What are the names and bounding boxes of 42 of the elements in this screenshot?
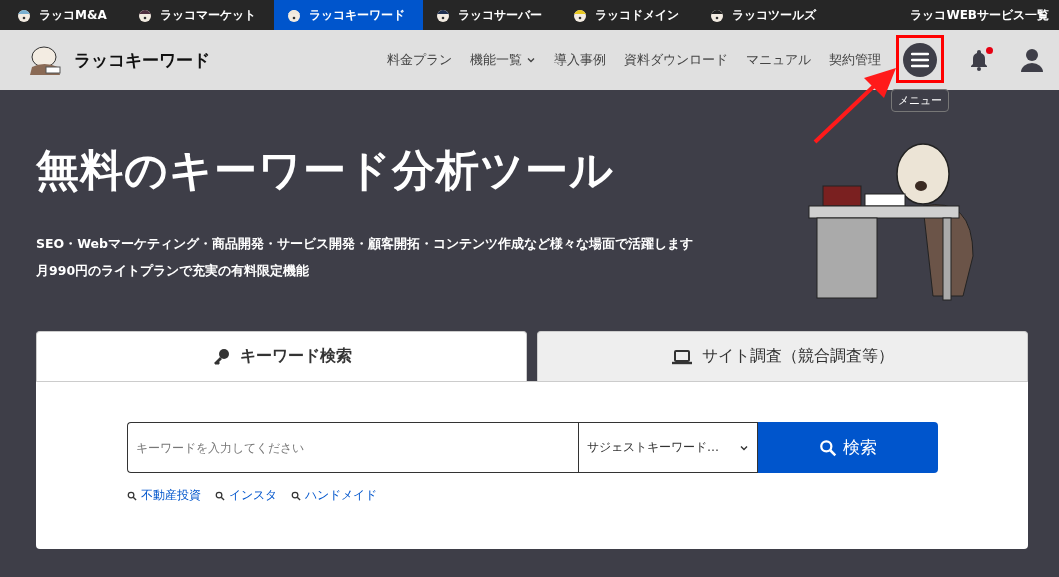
keyword-input-field[interactable]: キーワードを入力してください: [127, 422, 578, 473]
search-tab[interactable]: キーワード検索: [36, 331, 527, 381]
search-icon: [215, 490, 225, 501]
menu-button[interactable]: [903, 43, 937, 77]
mascot-icon: [708, 7, 725, 23]
service-tab[interactable]: ラッコツールズ: [696, 0, 834, 30]
example-keyword-link[interactable]: ハンドメイド: [291, 487, 377, 504]
hero-title: 無料のキーワード分析ツール: [36, 144, 615, 197]
nav-link[interactable]: マニュアル: [746, 51, 811, 69]
tooltip: メニュー: [891, 89, 949, 112]
service-tab[interactable]: ラッコドメイン: [559, 0, 697, 30]
service-tab[interactable]: ラッコマーケット: [124, 0, 274, 30]
example-keyword-link[interactable]: インスタ: [215, 487, 277, 504]
search-tab[interactable]: サイト調査（競合調査等）: [537, 331, 1028, 381]
mascot-icon: [136, 7, 153, 23]
mascot-icon: [285, 7, 302, 23]
laptop-icon: [671, 348, 692, 365]
service-tab[interactable]: ラッコキーワード: [273, 0, 423, 30]
logo-text: ラッコキーワード: [74, 48, 210, 72]
service-tab[interactable]: ラッコサーバー: [422, 0, 560, 30]
user-icon: [1021, 48, 1043, 72]
example-keyword-link[interactable]: 不動産投資: [127, 487, 201, 504]
all-services-link[interactable]: ラッコWEBサービス一覧: [910, 0, 1059, 30]
mascot-icon: [571, 7, 588, 23]
nav-link[interactable]: 料金プラン: [387, 51, 452, 69]
search-icon: [291, 490, 301, 501]
nav-link[interactable]: 導入事例: [554, 51, 606, 69]
bell-icon: [969, 49, 989, 71]
menu-icon: [911, 52, 929, 68]
search-button[interactable]: 検索: [758, 422, 938, 473]
nav-link[interactable]: 契約管理: [829, 51, 881, 69]
mode-select[interactable]: サジェストキーワード…: [578, 422, 758, 473]
mascot-icon: [16, 7, 32, 23]
hero-text: 月990円のライトプランで充実の有料限定機能: [36, 263, 311, 280]
hero-text: SEO・Webマーケティング・商品開発・サービス開発・顧客開拓・コンテンツ作成など様々な場面で活躍します: [36, 236, 693, 253]
search-icon: [127, 490, 137, 501]
mascot-icon: [434, 7, 451, 23]
nav-link[interactable]: 機能一覧: [470, 51, 536, 69]
search-icon: [819, 438, 837, 457]
service-tab[interactable]: ラッコM&A: [4, 0, 125, 30]
nav-link[interactable]: 資料ダウンロード: [624, 51, 728, 69]
account-button[interactable]: [1021, 48, 1043, 72]
